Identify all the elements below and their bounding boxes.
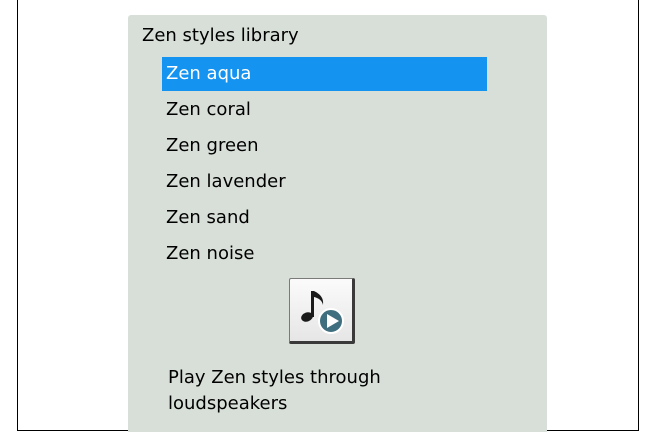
- list-item[interactable]: Zen aqua: [162, 57, 487, 91]
- list-item-label: Zen noise: [166, 243, 255, 264]
- list-item-label: Zen sand: [166, 207, 250, 228]
- list-item[interactable]: Zen sand: [162, 201, 487, 237]
- play-styles-button[interactable]: [289, 278, 355, 344]
- music-note-play-icon: [301, 291, 344, 334]
- list-item-label: Zen green: [166, 135, 259, 156]
- list-item[interactable]: Zen lavender: [162, 165, 487, 201]
- zen-styles-list[interactable]: Zen aqua Zen coral Zen green Zen lavende…: [162, 57, 487, 273]
- list-item[interactable]: Zen green: [162, 129, 487, 165]
- list-item-label: Zen lavender: [166, 171, 286, 192]
- list-item-label: Zen aqua: [166, 63, 252, 84]
- play-caption: Play Zen styles through loudspeakers: [168, 367, 381, 414]
- list-item-label: Zen coral: [166, 99, 251, 120]
- zen-styles-panel: Zen styles library Zen aqua Zen coral Ze…: [128, 15, 547, 432]
- list-item[interactable]: Zen noise: [162, 237, 487, 273]
- panel-title: Zen styles library: [142, 25, 299, 46]
- list-item[interactable]: Zen coral: [162, 93, 487, 129]
